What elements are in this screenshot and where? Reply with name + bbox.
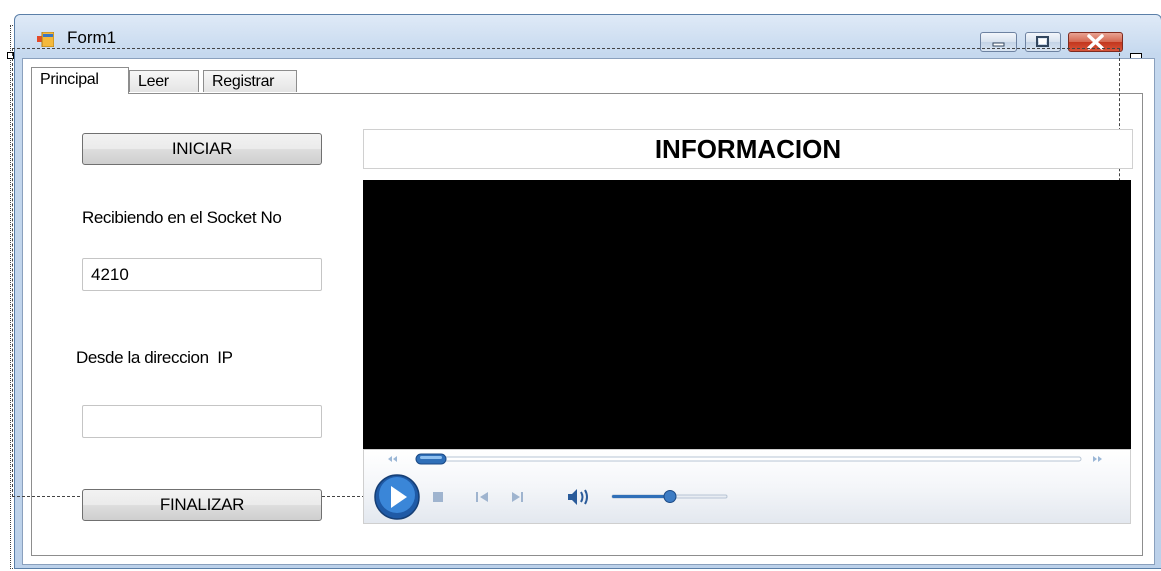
play-icon[interactable] — [374, 474, 420, 520]
form-icon — [37, 32, 54, 47]
video-area[interactable] — [363, 180, 1131, 450]
tab-principal[interactable]: Principal — [31, 67, 129, 94]
info-title: INFORMACION — [363, 129, 1133, 169]
fast-forward-icon[interactable] — [1093, 456, 1102, 462]
stop-icon[interactable] — [433, 492, 443, 502]
ip-label: Desde la direccion IP — [76, 348, 233, 367]
volume-icon[interactable] — [568, 489, 588, 505]
volume-slider[interactable] — [611, 490, 728, 503]
rewind-icon[interactable] — [388, 456, 397, 462]
start-button[interactable]: INICIAR — [82, 133, 322, 165]
seek-thumb[interactable] — [415, 453, 447, 465]
socket-number-field[interactable]: 4210 — [82, 258, 322, 291]
seek-track[interactable] — [415, 456, 1082, 462]
previous-icon[interactable] — [476, 492, 488, 502]
next-icon[interactable] — [512, 492, 523, 502]
stop-button[interactable]: FINALIZAR — [82, 489, 322, 521]
socket-label: Recibiendo en el Socket No — [82, 208, 282, 227]
window-title: Form1 — [67, 28, 117, 47]
media-player-controls — [363, 449, 1131, 524]
ip-address-field[interactable] — [82, 405, 322, 438]
